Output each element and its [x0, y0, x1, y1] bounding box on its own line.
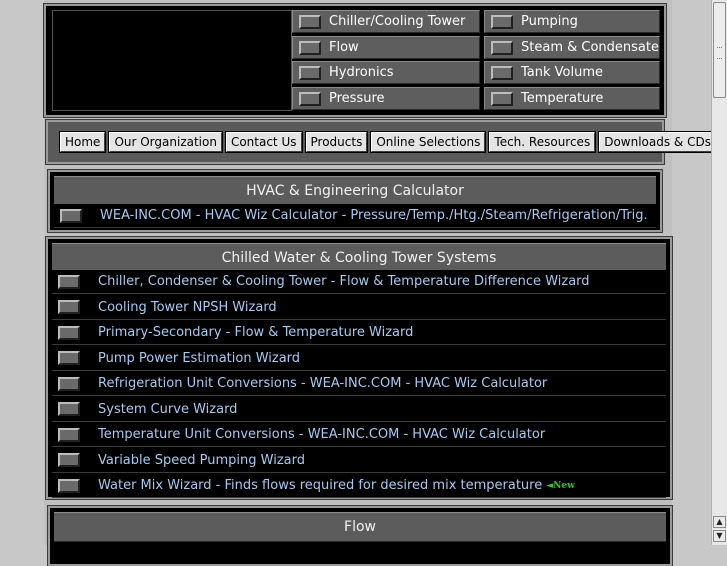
category-tank-volume[interactable]: Tank Volume: [484, 61, 660, 84]
item-button[interactable]: [58, 427, 80, 442]
list-item[interactable]: Water Mix Wizard - Finds flows required …: [52, 474, 666, 498]
logo-area: [52, 10, 292, 111]
nav-downloads-cds[interactable]: Downloads & CDs: [598, 131, 717, 153]
item-link[interactable]: Water Mix Wizard - Finds flows required …: [98, 478, 542, 493]
category-button[interactable]: [299, 14, 321, 29]
item-link[interactable]: Pump Power Estimation Wizard: [98, 351, 300, 366]
category-label: Flow: [329, 40, 359, 55]
scroll-down-icon[interactable]: ▼: [713, 530, 726, 542]
item-button[interactable]: [58, 351, 80, 365]
category-label: Temperature: [521, 91, 604, 106]
list-item[interactable]: Variable Speed Pumping Wizard: [52, 448, 666, 473]
category-button[interactable]: [491, 14, 513, 29]
item-link[interactable]: Chiller, Condenser & Cooling Tower - Flo…: [98, 274, 590, 289]
list-item[interactable]: WEA-INC.COM - HVAC Wiz Calculator - Pres…: [54, 204, 656, 228]
category-label: Hydronics: [329, 65, 394, 80]
category-hydronics[interactable]: Hydronics: [292, 61, 480, 84]
list-item[interactable]: System Curve Wizard: [52, 397, 666, 422]
flow-panel: Flow: [47, 505, 673, 566]
category-chiller-cooling-tower[interactable]: Chiller/Cooling Tower: [292, 10, 480, 33]
panel-title: Chilled Water & Cooling Tower Systems: [52, 243, 666, 273]
item-link[interactable]: System Curve Wizard: [98, 402, 237, 417]
panel-title: HVAC & Engineering Calculator: [54, 176, 656, 206]
scroll-up-icon[interactable]: ▲: [713, 516, 726, 528]
item-button[interactable]: [60, 208, 82, 223]
category-button[interactable]: [299, 91, 321, 106]
nav-tech-resources[interactable]: Tech. Resources: [488, 131, 597, 153]
nav-list: Home Our Organization Contact Us Product…: [58, 131, 717, 153]
item-button[interactable]: [58, 478, 80, 493]
item-button[interactable]: [58, 325, 80, 340]
list-item[interactable]: Temperature Unit Conversions - WEA-INC.C…: [52, 423, 666, 447]
item-button[interactable]: [58, 402, 80, 416]
hvac-panel: HVAC & Engineering Calculator WEA-INC.CO…: [47, 169, 663, 233]
category-button[interactable]: [299, 40, 321, 55]
nav-online-selections[interactable]: Online Selections: [370, 131, 487, 153]
category-steam-condensate[interactable]: Steam & Condensate: [484, 36, 660, 59]
nav-products[interactable]: Products: [304, 131, 369, 153]
category-pumping[interactable]: Pumping: [484, 10, 660, 33]
scrollbar-thumb[interactable]: [713, 2, 726, 98]
nav-bar: Home Our Organization Contact Us Product…: [45, 119, 717, 165]
panel-title: Flow: [54, 512, 666, 542]
page-content: Chiller/Cooling Tower Pumping Flow Steam…: [43, 0, 717, 566]
item-link[interactable]: Variable Speed Pumping Wizard: [98, 453, 305, 468]
nav-home[interactable]: Home: [58, 131, 107, 153]
item-link[interactable]: Primary-Secondary - Flow & Temperature W…: [98, 325, 413, 340]
list-item[interactable]: Cooling Tower NPSH Wizard: [52, 295, 666, 320]
item-button[interactable]: [58, 300, 80, 314]
new-badge: ◄New: [546, 481, 575, 491]
new-badge-label: New: [553, 480, 575, 491]
category-label: Pressure: [329, 91, 385, 106]
chilled-water-panel: Chilled Water & Cooling Tower Systems Ch…: [45, 236, 673, 500]
vertical-scrollbar[interactable]: ▲ ▼: [711, 0, 727, 545]
item-button[interactable]: [58, 274, 80, 289]
category-button[interactable]: [299, 65, 321, 80]
category-label: Tank Volume: [521, 65, 604, 80]
category-flow[interactable]: Flow: [292, 36, 480, 59]
item-button[interactable]: [58, 376, 80, 391]
nav-contact-us[interactable]: Contact Us: [224, 131, 303, 153]
category-button[interactable]: [491, 40, 513, 55]
list-item[interactable]: Primary-Secondary - Flow & Temperature W…: [52, 321, 666, 345]
category-frame: Chiller/Cooling Tower Pumping Flow Steam…: [43, 3, 667, 118]
list-item[interactable]: Pump Power Estimation Wizard: [52, 346, 666, 371]
grip-icon: [717, 47, 722, 59]
nav-our-organization[interactable]: Our Organization: [108, 131, 223, 153]
list-item[interactable]: Refrigeration Unit Conversions - WEA-INC…: [52, 372, 666, 396]
category-temperature[interactable]: Temperature: [484, 87, 660, 110]
item-link[interactable]: Temperature Unit Conversions - WEA-INC.C…: [98, 427, 545, 442]
item-link[interactable]: Cooling Tower NPSH Wizard: [98, 300, 277, 315]
category-button[interactable]: [491, 91, 513, 106]
item-button[interactable]: [58, 453, 80, 467]
category-button[interactable]: [491, 65, 513, 80]
category-pressure[interactable]: Pressure: [292, 87, 480, 110]
item-link[interactable]: WEA-INC.COM - HVAC Wiz Calculator - Pres…: [100, 208, 648, 223]
list-item[interactable]: Chiller, Condenser & Cooling Tower - Flo…: [52, 270, 666, 294]
category-label: Pumping: [521, 14, 578, 29]
category-label: Steam & Condensate: [521, 40, 659, 55]
category-label: Chiller/Cooling Tower: [329, 14, 466, 29]
item-link[interactable]: Refrigeration Unit Conversions - WEA-INC…: [98, 376, 547, 391]
